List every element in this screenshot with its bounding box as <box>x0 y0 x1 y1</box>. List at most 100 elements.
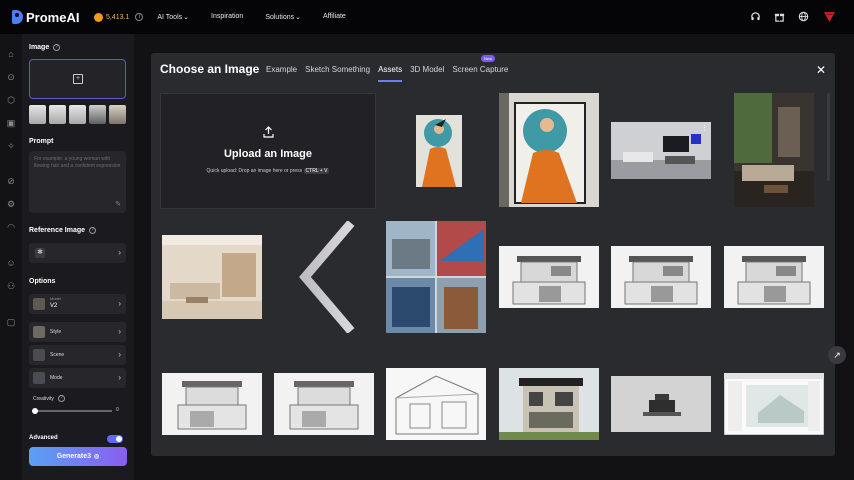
avatar-icon[interactable] <box>823 10 836 23</box>
creativity-value: 0 <box>116 407 119 413</box>
mode-icon <box>33 372 45 384</box>
tab-3d-model[interactable]: 3D Model <box>410 65 444 82</box>
nav-solutions[interactable]: Solutions⌄ <box>265 13 301 21</box>
advanced-label: Advanced <box>29 435 58 441</box>
credits-balance[interactable]: 5,413.1 i <box>94 12 144 22</box>
nav-ai-tools-label: AI Tools <box>157 14 183 21</box>
reference-image-selector[interactable]: ✱ › <box>29 243 126 263</box>
team-icon[interactable]: ⚇ <box>6 281 16 291</box>
reference-title-text: Reference Image <box>29 227 86 234</box>
upload-hint-text: Quick upload: Drop an image here or pres… <box>206 168 303 174</box>
upload-title: Upload an Image <box>223 148 313 160</box>
scene-icon <box>33 349 45 361</box>
modal-title: Choose an Image <box>160 62 260 76</box>
thumbnail[interactable] <box>49 105 66 124</box>
gift-icon[interactable] <box>774 11 785 22</box>
layers-icon[interactable]: ▣ <box>6 118 16 128</box>
thumbnail[interactable] <box>109 105 126 124</box>
new-badge: New <box>481 55 496 62</box>
box-icon[interactable]: ⬡ <box>6 95 16 105</box>
upload-icon <box>263 126 274 141</box>
scene-selector[interactable]: Scene › <box>29 345 126 365</box>
prompt-section-title: Prompt <box>29 138 54 145</box>
generate-button[interactable]: Generate3 ◎ <box>29 447 127 466</box>
app-root: PromeAI 5,413.1 i AI Tools⌄ Inspiration … <box>0 0 854 480</box>
settings-icon[interactable]: ⚙ <box>6 199 16 209</box>
explore-icon[interactable]: ⊙ <box>6 72 16 82</box>
help-icon[interactable]: ? <box>53 44 61 51</box>
logo-mark-icon <box>12 10 23 24</box>
advanced-toggle[interactable] <box>107 435 123 443</box>
mode-selector[interactable]: Mode › <box>29 368 126 388</box>
more-options-icon[interactable]: ⋮ <box>701 124 708 132</box>
model-selector[interactable]: Model V2 › <box>29 294 126 314</box>
help-icon[interactable]: ? <box>57 395 65 402</box>
globe-icon[interactable] <box>798 11 809 22</box>
bag-icon[interactable]: ▢ <box>6 317 16 327</box>
thumbnail[interactable] <box>69 105 86 124</box>
asset-image-line-drawing[interactable] <box>386 368 486 440</box>
brand-logo[interactable]: PromeAI <box>12 10 80 25</box>
add-image-icon: + <box>73 74 83 84</box>
modal-scrollbar[interactable] <box>827 93 830 181</box>
asset-image-house-sketch[interactable] <box>724 246 824 308</box>
tab-screen-capture[interactable]: Screen Capture <box>452 65 508 82</box>
image-thumbnails <box>29 105 129 124</box>
nav-affiliate[interactable]: Affiliate <box>323 13 346 21</box>
asset-image-painting[interactable] <box>416 115 462 187</box>
asset-image-beige-room[interactable] <box>162 235 262 319</box>
bell-icon[interactable]: ◠ <box>6 222 16 232</box>
chevron-right-icon: › <box>118 373 121 382</box>
edit-icon[interactable]: ⊘ <box>6 176 16 186</box>
style-thumbnail <box>33 326 45 338</box>
upload-dropzone[interactable]: Upload an Image Quick upload: Drop an im… <box>160 93 376 209</box>
info-icon[interactable]: i <box>135 13 144 21</box>
asset-image-lounge[interactable] <box>734 93 814 207</box>
tab-sketch-something[interactable]: Sketch Something <box>305 65 370 82</box>
reference-image-icon: ✱ <box>35 248 45 258</box>
help-icon[interactable]: ? <box>89 227 97 234</box>
asset-image-screen-capture[interactable] <box>724 373 824 435</box>
generate-label: Generate3 <box>56 453 91 460</box>
upload-hint: Quick upload: Drop an image here or pres… <box>161 168 375 174</box>
chevron-right-icon: › <box>118 327 121 336</box>
image-section-title: Image? <box>29 44 61 51</box>
image-upload-box[interactable]: + <box>29 59 126 99</box>
bulb-icon[interactable]: ✧ <box>6 141 16 151</box>
asset-image-building-collage[interactable] <box>386 221 486 333</box>
thumbnail[interactable] <box>89 105 106 124</box>
model-thumbnail <box>33 298 45 310</box>
top-navbar: PromeAI 5,413.1 i AI Tools⌄ Inspiration … <box>0 0 854 34</box>
asset-image-house-sketch[interactable] <box>274 373 374 435</box>
close-icon[interactable]: ✕ <box>816 63 826 77</box>
style-selector[interactable]: Style › <box>29 322 126 342</box>
choose-image-modal: Choose an Image Example Sketch Something… <box>151 53 835 456</box>
magic-wand-icon[interactable]: ✎ <box>115 201 121 208</box>
headset-icon[interactable] <box>750 11 761 22</box>
asset-image-3d-house[interactable] <box>499 368 599 440</box>
chevron-right-icon: › <box>118 299 121 308</box>
nav-ai-tools[interactable]: AI Tools⌄ <box>157 13 189 21</box>
asset-image-living-room[interactable]: ⋮ <box>611 122 711 179</box>
chevron-right-icon: › <box>118 350 121 359</box>
share-icon[interactable]: ↗ <box>828 346 846 364</box>
brand-name: PromeAI <box>26 9 80 25</box>
asset-image-house-sketch[interactable] <box>162 373 262 435</box>
asset-image-house-sketch[interactable] <box>499 246 599 308</box>
asset-image-house-sketch[interactable] <box>611 246 711 308</box>
main-nav: AI Tools⌄ Inspiration Solutions⌄ Affilia… <box>157 13 367 21</box>
home-icon[interactable]: ⌂ <box>6 49 16 59</box>
tab-assets[interactable]: Assets <box>378 65 403 82</box>
modal-tabs: Example Sketch Something Assets 3D Model… <box>266 65 516 82</box>
asset-image-gray-model[interactable] <box>611 376 711 432</box>
thumbnail[interactable] <box>29 105 46 124</box>
asset-image-painting-frame[interactable] <box>499 93 599 207</box>
sparkle-icon: ◎ <box>94 454 100 460</box>
slider-handle[interactable] <box>32 408 38 414</box>
chevron-left-icon <box>299 220 359 334</box>
user-icon[interactable]: ☺ <box>6 258 16 268</box>
creativity-slider[interactable] <box>32 408 112 414</box>
prompt-input[interactable]: For example: a young woman with flowing … <box>29 151 126 213</box>
nav-inspiration[interactable]: Inspiration <box>211 13 243 21</box>
tab-example[interactable]: Example <box>266 65 297 82</box>
